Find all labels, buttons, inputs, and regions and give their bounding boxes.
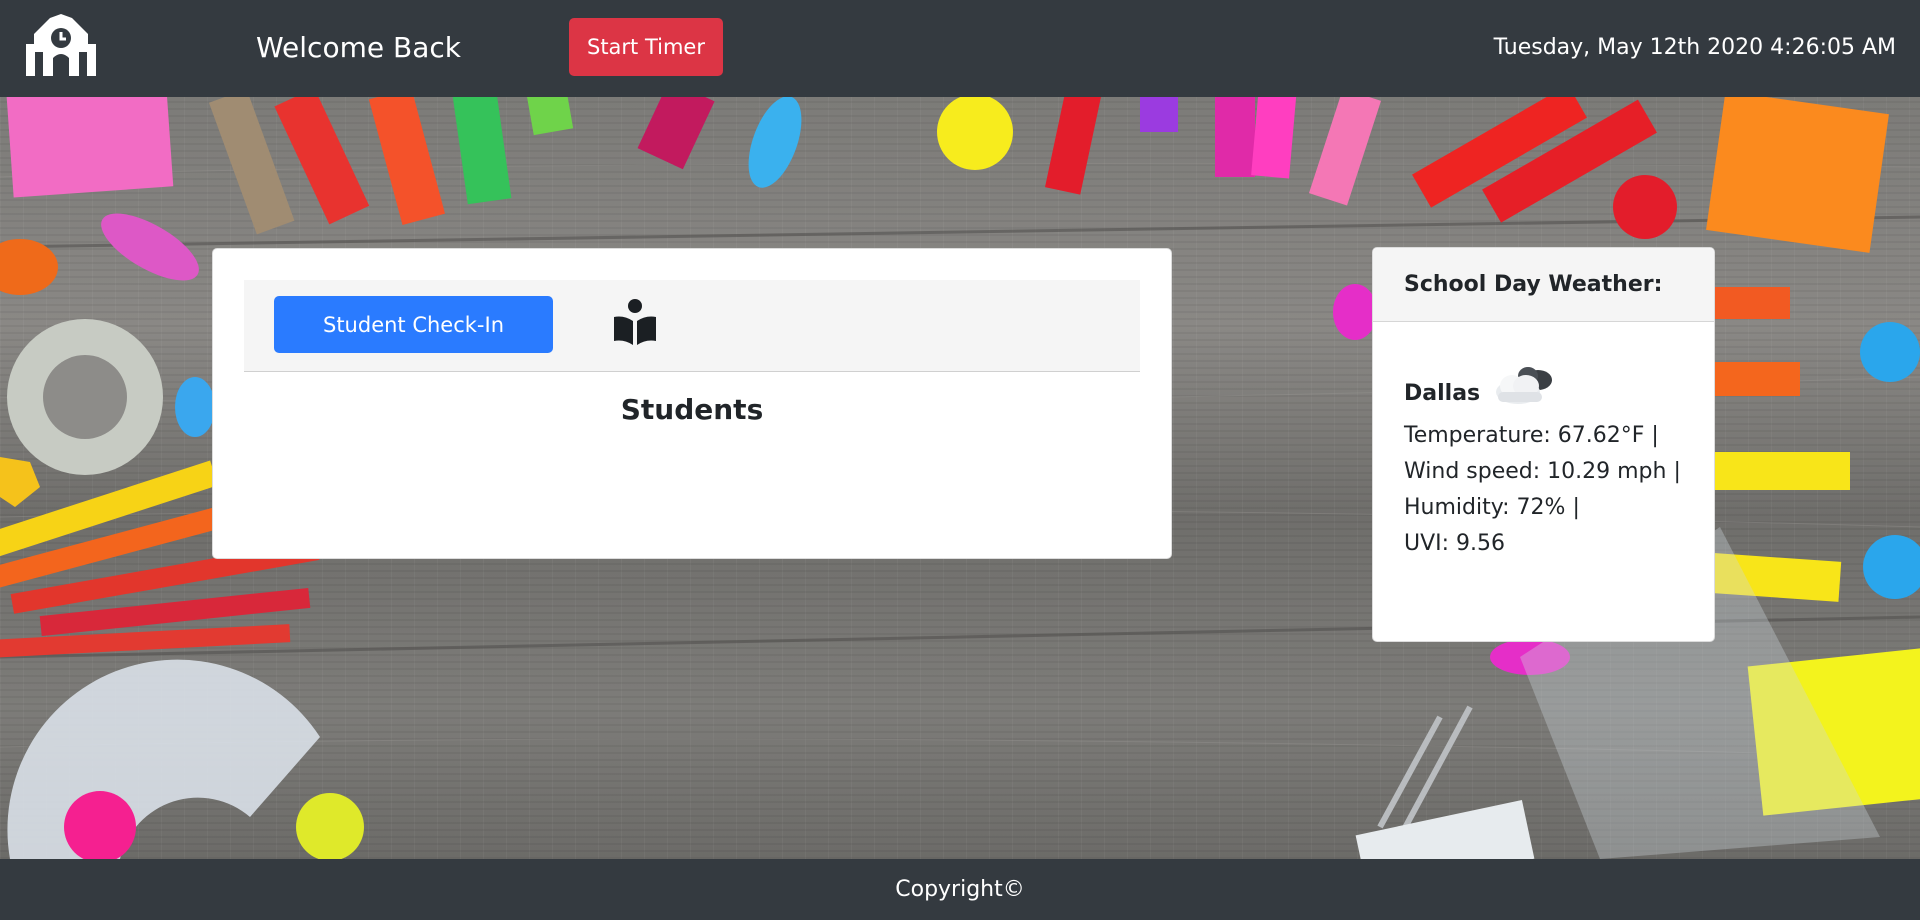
start-timer-button[interactable]: Start Timer (569, 18, 723, 76)
book-reader-icon (614, 299, 656, 345)
students-card-header: Student Check-In (244, 280, 1140, 372)
students-heading: Students (620, 393, 764, 426)
copyright-text: Copyright© (895, 877, 1025, 902)
current-datetime: Tuesday, May 12th 2020 4:26:05 AM (1493, 35, 1896, 60)
cloudy-icon (1496, 367, 1552, 404)
weather-title: School Day Weather: (1404, 272, 1663, 297)
students-card: Student Check-In Students (212, 248, 1172, 559)
navbar: Welcome Back Start Timer Tuesday, May 12… (0, 0, 1920, 97)
weather-temperature: Temperature: 67.62°F | (1404, 423, 1659, 448)
weather-card: School Day Weather: Dallas Temperature: … (1372, 247, 1715, 642)
footer: Copyright© (0, 859, 1920, 920)
school-clock-icon[interactable] (22, 14, 100, 76)
student-check-in-button[interactable]: Student Check-In (274, 296, 553, 353)
weather-humidity: Humidity: 72% | (1404, 495, 1580, 520)
weather-city: Dallas (1404, 381, 1481, 406)
weather-uvi: UVI: 9.56 (1404, 531, 1506, 556)
weather-wind-speed: Wind speed: 10.29 mph | (1404, 459, 1681, 484)
welcome-text: Welcome Back (256, 31, 461, 64)
weather-card-header: School Day Weather: (1373, 248, 1714, 322)
